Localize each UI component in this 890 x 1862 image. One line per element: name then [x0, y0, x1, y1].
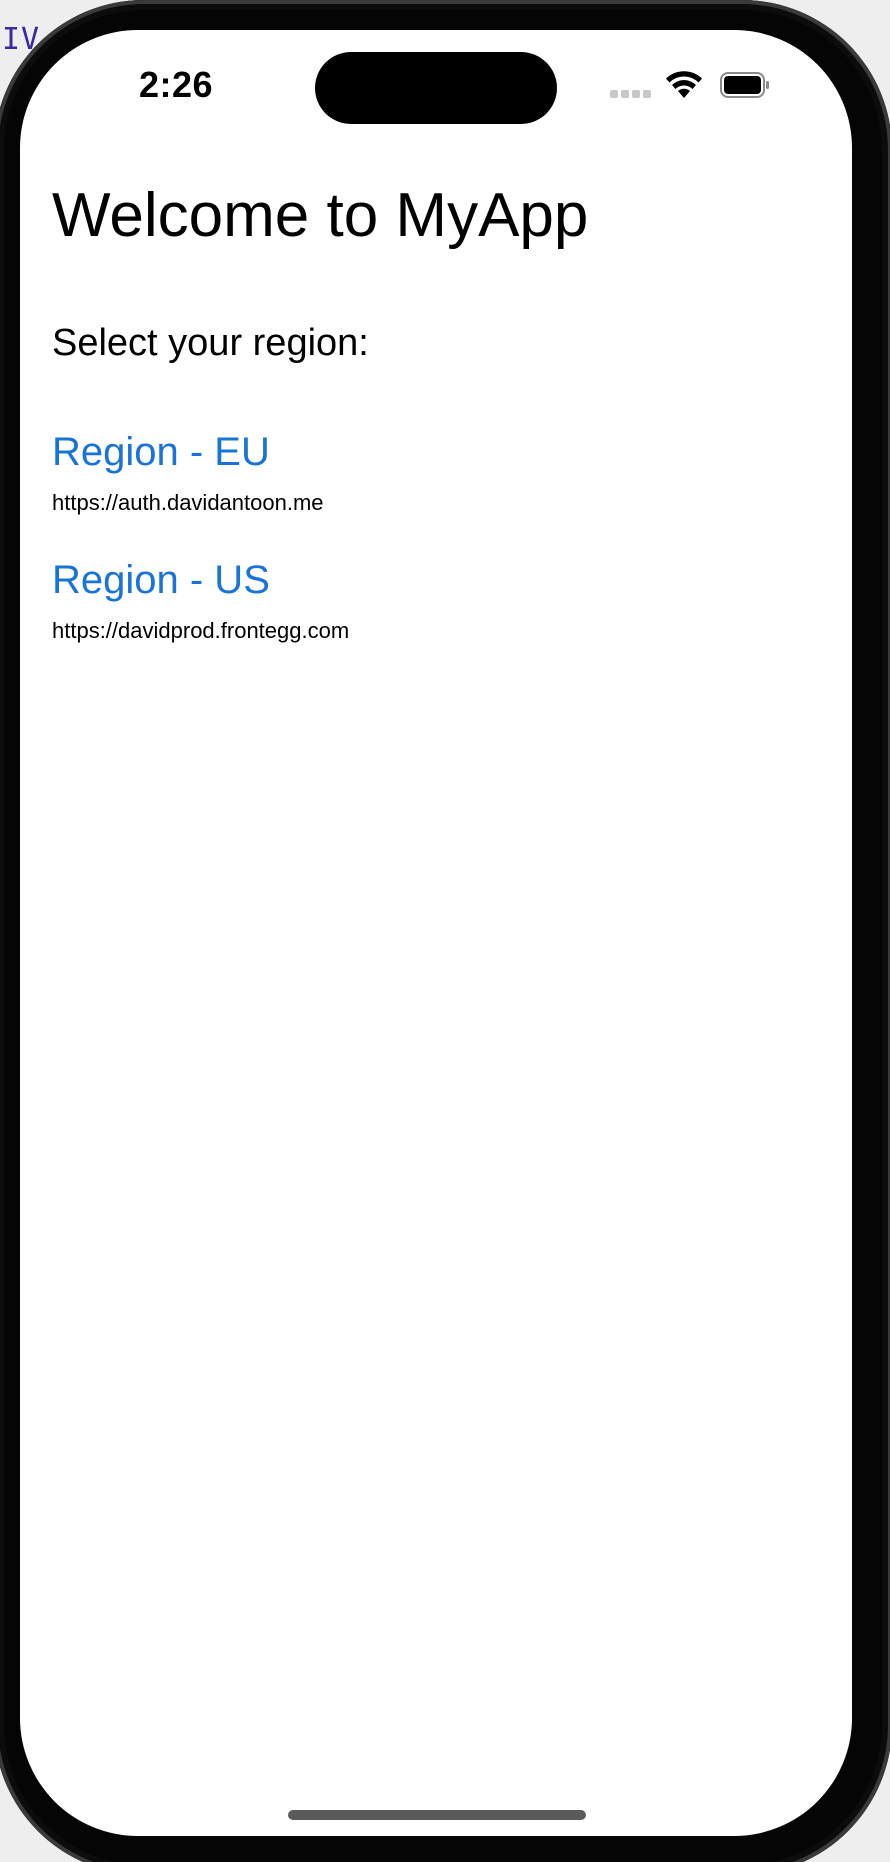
battery-icon — [720, 72, 769, 98]
page-title: Welcome to MyApp — [52, 181, 589, 250]
region-eu-url: https://auth.davidantoon.me — [52, 490, 324, 515]
phone-screen: 2:26 Welcome to MyApp Select your region… — [20, 30, 852, 1836]
region-us-url: https://davidprod.frontegg.com — [52, 618, 350, 643]
region-prompt: Select your region: — [52, 322, 369, 364]
simulator-stage: IV 2:26 Welcome to MyApp Select your reg… — [0, 0, 890, 1862]
cellular-signal-icon — [610, 90, 651, 98]
dynamic-island — [315, 52, 557, 124]
region-eu-button[interactable]: Region - EU — [52, 430, 270, 475]
home-indicator[interactable] — [288, 1810, 586, 1820]
status-time: 2:26 — [139, 64, 214, 105]
phone-frame: 2:26 Welcome to MyApp Select your region… — [0, 0, 890, 1862]
wifi-icon — [666, 71, 702, 98]
region-us-button[interactable]: Region - US — [52, 558, 270, 603]
